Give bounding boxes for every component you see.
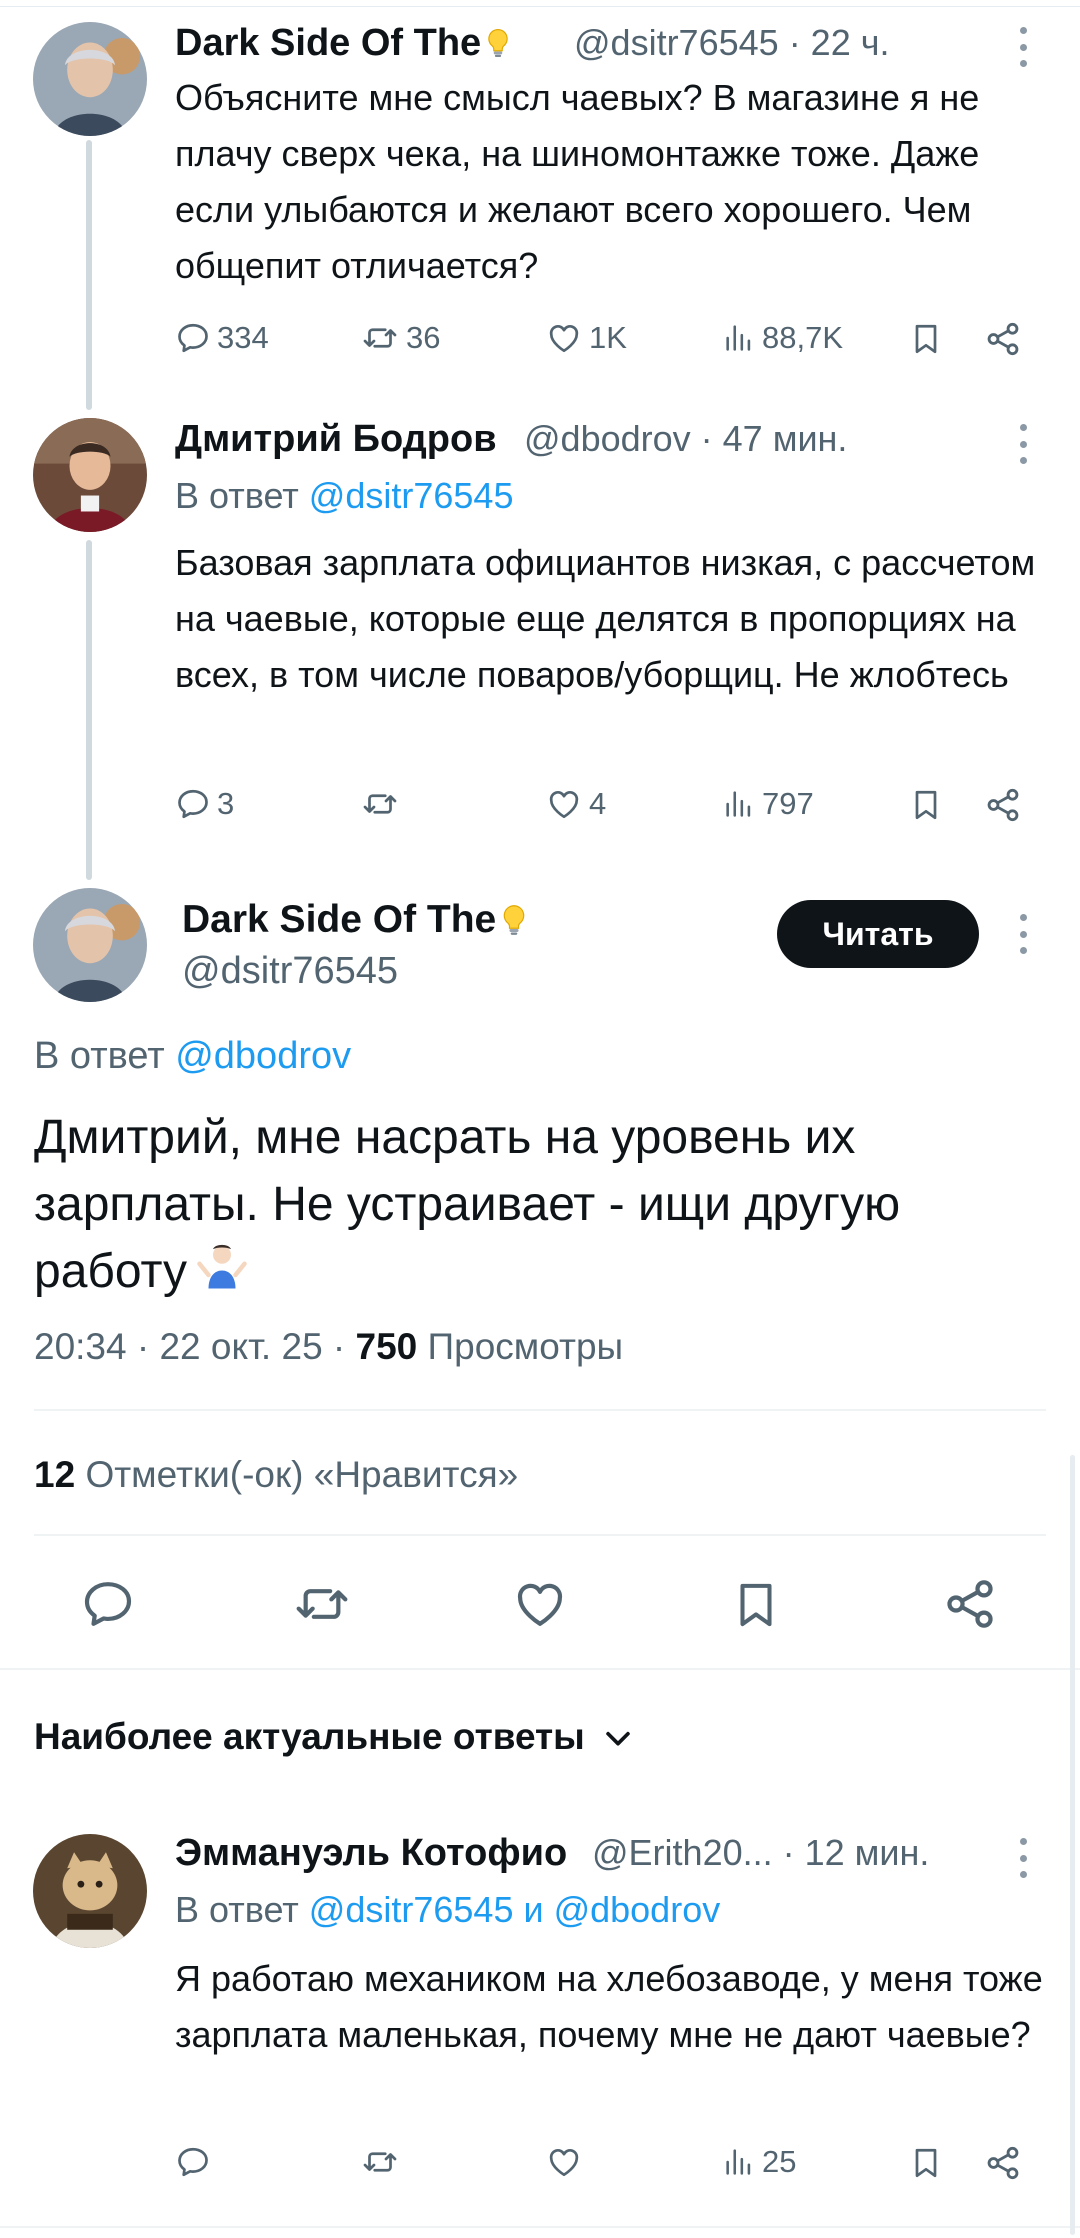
chevron-down-icon xyxy=(606,1731,630,1746)
like-icon xyxy=(545,2144,583,2180)
more-icon[interactable] xyxy=(1017,1838,1029,1878)
views-icon xyxy=(722,2144,756,2180)
bookmark-icon xyxy=(908,320,944,358)
thread-line xyxy=(86,140,92,410)
bookmark-button[interactable] xyxy=(908,2144,944,2182)
retweet-button[interactable] xyxy=(360,2144,400,2180)
more-icon[interactable] xyxy=(1017,914,1029,954)
reply-button[interactable]: 334 xyxy=(175,320,269,356)
author-name[interactable]: Dark Side Of The xyxy=(175,22,515,65)
tweet-text: Базовая зарплата официантов низкая, с ра… xyxy=(175,542,1036,695)
retweet-icon xyxy=(360,2144,400,2180)
author-name[interactable]: Dark Side Of The xyxy=(182,898,532,942)
reply-button[interactable] xyxy=(80,1576,136,1632)
mention-link[interactable]: @dbodrov xyxy=(175,1035,351,1077)
divider xyxy=(0,2226,1080,2228)
divider xyxy=(0,1668,1080,1670)
tweet-meta: 20:34 · 22 окт. 25 · 750 Просмотры xyxy=(34,1326,624,1367)
bookmark-icon xyxy=(908,2144,944,2182)
retweet-button[interactable] xyxy=(360,786,406,822)
author-name[interactable]: Дмитрий Бодров xyxy=(175,418,497,461)
retweet-icon xyxy=(360,786,400,822)
share-icon xyxy=(984,786,1022,824)
share-button[interactable] xyxy=(984,786,1022,824)
share-icon xyxy=(984,320,1022,358)
likes-summary[interactable]: 12 Отметки(-ок) «Нравится» xyxy=(34,1454,518,1496)
bookmark-icon xyxy=(729,1576,783,1634)
avatar[interactable] xyxy=(33,418,147,532)
author-handle-time[interactable]: @dsitr76545 · 22 ч. xyxy=(574,22,889,64)
reply-context: В ответ @dbodrov xyxy=(34,1035,352,1077)
like-button[interactable]: 4 xyxy=(545,786,606,822)
avatar[interactable] xyxy=(33,1834,147,1948)
replies-sort-dropdown[interactable]: Наиболее актуальные ответы xyxy=(34,1716,635,1758)
retweet-button[interactable]: 36 xyxy=(360,320,440,356)
bookmark-button[interactable] xyxy=(908,786,944,824)
retweet-button[interactable] xyxy=(292,1576,352,1632)
like-button[interactable] xyxy=(545,2144,583,2180)
like-icon xyxy=(545,320,583,356)
reply-context: В ответ @dsitr76545 xyxy=(175,475,514,516)
author-name[interactable]: Эммануэль Котофио xyxy=(175,1832,567,1875)
more-icon[interactable] xyxy=(1017,27,1029,67)
reply-context: В ответ @dsitr76545 и @dbodrov xyxy=(175,1889,721,1930)
main-tweet-text: Дмитрий, мне насрать на уровень их зарпл… xyxy=(34,1111,901,1298)
mention-link[interactable]: @dsitr76545 и @dbodrov xyxy=(309,1889,720,1930)
retweet-icon xyxy=(360,320,400,356)
author-handle-time[interactable]: @Erith20... · 12 мин. xyxy=(592,1832,929,1874)
avatar[interactable] xyxy=(33,888,147,1002)
bookmark-button[interactable] xyxy=(908,320,944,358)
more-icon[interactable] xyxy=(1017,424,1029,464)
avatar[interactable] xyxy=(33,22,147,136)
top-divider xyxy=(0,6,1080,7)
share-button[interactable] xyxy=(984,320,1022,358)
bookmark-icon xyxy=(908,786,944,824)
reply-button[interactable] xyxy=(175,2144,211,2180)
scrollbar[interactable] xyxy=(1070,1455,1075,2235)
author-handle[interactable]: @dsitr76545 xyxy=(182,950,398,993)
tweet-text: Я работаю механиком на хлебозаводе, у ме… xyxy=(175,1958,1043,2055)
lightbulb-icon xyxy=(496,902,532,938)
author-handle-time[interactable]: @dbodrov · 47 мин. xyxy=(524,418,847,460)
reply-icon xyxy=(175,786,211,822)
reply-icon xyxy=(80,1576,136,1632)
retweet-icon xyxy=(292,1576,352,1632)
like-icon xyxy=(511,1576,569,1632)
tweet-text: Объясните мне смысл чаевых? В магазине я… xyxy=(175,77,980,286)
bookmark-button[interactable] xyxy=(729,1576,783,1634)
divider xyxy=(34,1534,1046,1536)
reply-icon xyxy=(175,2144,211,2180)
share-button[interactable] xyxy=(942,1576,998,1632)
reply-icon xyxy=(175,320,211,356)
share-icon xyxy=(942,1576,998,1632)
reply-button[interactable]: 3 xyxy=(175,786,234,822)
like-icon xyxy=(545,786,583,822)
views-button[interactable]: 25 xyxy=(722,2144,796,2180)
share-icon xyxy=(984,2144,1022,2182)
views-button[interactable]: 797 xyxy=(722,786,814,822)
like-button[interactable] xyxy=(511,1576,569,1632)
shrug-emoji xyxy=(197,1244,247,1289)
divider xyxy=(34,1409,1046,1411)
views-button[interactable]: 88,7K xyxy=(722,320,843,356)
share-button[interactable] xyxy=(984,2144,1022,2182)
thread-line xyxy=(86,540,92,880)
lightbulb-icon xyxy=(481,26,515,60)
mention-link[interactable]: @dsitr76545 xyxy=(309,475,514,516)
follow-button[interactable]: Читать xyxy=(777,900,979,968)
views-icon xyxy=(722,786,756,822)
views-icon xyxy=(722,320,756,356)
like-button[interactable]: 1K xyxy=(545,320,627,356)
